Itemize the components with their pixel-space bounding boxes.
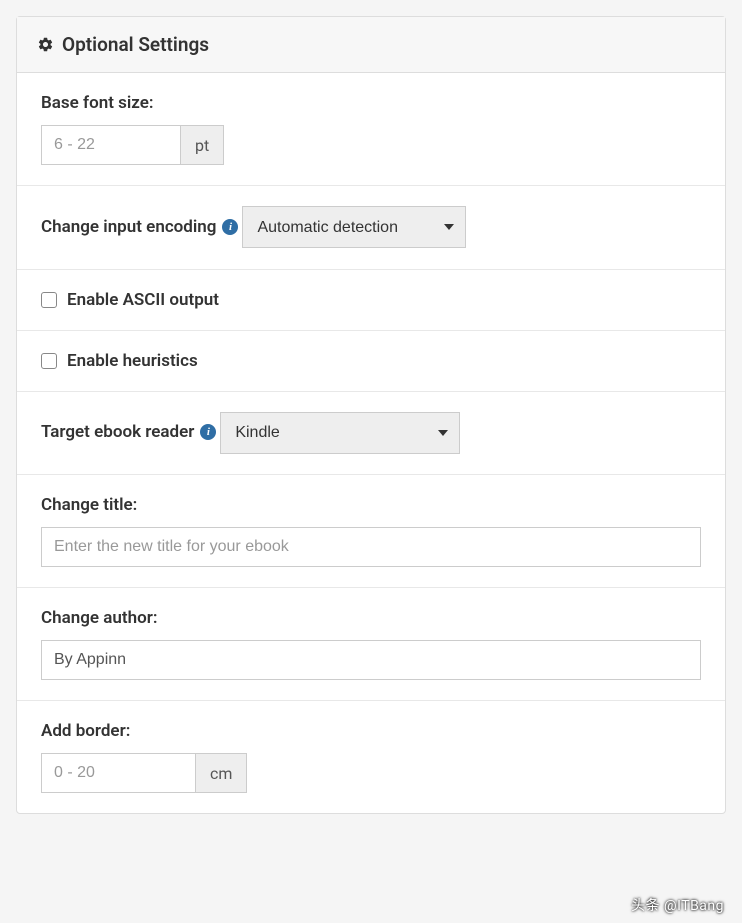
change-author-input[interactable] [41, 640, 701, 680]
panel-title: Optional Settings [62, 33, 209, 56]
font-size-label: Base font size: [41, 93, 701, 113]
font-size-section: Base font size: pt [17, 73, 725, 186]
watermark: 头条 @ITBang [631, 895, 724, 915]
add-border-unit: cm [196, 753, 247, 793]
target-reader-section: Target ebook reader i Kindle [17, 392, 725, 476]
add-border-section: Add border: cm [17, 701, 725, 813]
change-title-input[interactable] [41, 527, 701, 567]
heuristics-row[interactable]: Enable heuristics [41, 351, 701, 371]
gear-icon [37, 36, 54, 53]
ascii-output-label: Enable ASCII output [67, 290, 219, 310]
encoding-label: Change input encoding [41, 217, 216, 237]
change-title-label: Change title: [41, 495, 701, 515]
encoding-label-row: Change input encoding i [41, 217, 238, 237]
heuristics-checkbox[interactable] [41, 353, 57, 369]
change-title-section: Change title: [17, 475, 725, 588]
add-border-label: Add border: [41, 721, 701, 741]
ascii-output-section: Enable ASCII output [17, 270, 725, 331]
add-border-input[interactable] [41, 753, 196, 793]
font-size-input[interactable] [41, 125, 181, 165]
target-reader-select[interactable]: Kindle [220, 412, 460, 454]
info-icon[interactable]: i [200, 424, 216, 440]
target-reader-label-row: Target ebook reader i [41, 422, 216, 442]
info-icon[interactable]: i [222, 219, 238, 235]
encoding-select-wrap: Automatic detection [242, 206, 466, 248]
ascii-output-checkbox[interactable] [41, 292, 57, 308]
target-reader-label: Target ebook reader [41, 422, 194, 442]
change-author-section: Change author: [17, 588, 725, 701]
font-size-input-group: pt [41, 125, 701, 165]
panel-header: Optional Settings [17, 17, 725, 73]
encoding-section: Change input encoding i Automatic detect… [17, 186, 725, 270]
heuristics-label: Enable heuristics [67, 351, 198, 371]
optional-settings-panel: Optional Settings Base font size: pt Cha… [16, 16, 726, 814]
heuristics-section: Enable heuristics [17, 331, 725, 392]
target-reader-select-wrap: Kindle [220, 412, 460, 454]
encoding-select[interactable]: Automatic detection [242, 206, 466, 248]
add-border-input-group: cm [41, 753, 701, 793]
change-author-label: Change author: [41, 608, 701, 628]
ascii-output-row[interactable]: Enable ASCII output [41, 290, 701, 310]
font-size-unit: pt [181, 125, 224, 165]
